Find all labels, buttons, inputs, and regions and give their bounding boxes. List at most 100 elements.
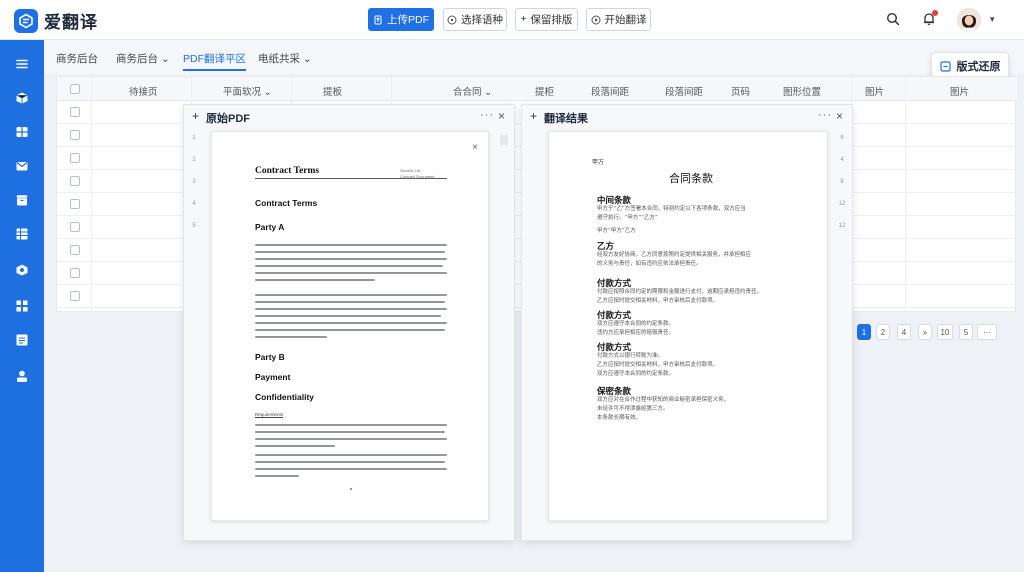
column-label: 图形位置 — [783, 87, 822, 98]
mail-icon[interactable] — [12, 156, 32, 176]
page-button[interactable]: 2 — [876, 324, 890, 340]
page-thumbnails: 8 4 8 12 12 — [838, 135, 848, 245]
scroll-thumb[interactable] — [500, 135, 508, 145]
search-icon[interactable] — [885, 11, 901, 27]
cube-icon[interactable] — [12, 88, 32, 108]
row-checkbox[interactable] — [70, 291, 80, 301]
text-line — [255, 308, 447, 310]
section-heading: Party A — [255, 222, 285, 232]
section-heading: Party B — [255, 352, 285, 362]
next-page-button[interactable]: » — [918, 324, 932, 340]
row-checkbox[interactable] — [70, 130, 80, 140]
close-icon[interactable]: × — [836, 109, 843, 123]
header-text: Service Ltd. — [400, 168, 422, 173]
close-icon[interactable]: × — [498, 109, 505, 123]
column-header[interactable]: 段落间距 — [591, 84, 629, 98]
text-line — [255, 322, 447, 324]
box-icon[interactable] — [12, 190, 32, 210]
thumbnail-label[interactable]: 8 — [838, 179, 846, 189]
column-header[interactable]: 图形位置 — [783, 84, 821, 98]
column-header[interactable]: 提板 — [323, 84, 342, 98]
app-name: 爱翻译 — [44, 13, 98, 32]
page-button-current[interactable]: 1 — [857, 324, 871, 340]
column-header[interactable]: 图片 — [865, 84, 884, 98]
page-button[interactable]: 5 — [959, 324, 973, 340]
text-line — [255, 336, 327, 338]
tab-business-backend-dropdown[interactable]: 商务后台 ⌄ — [116, 51, 170, 66]
row-checkbox[interactable] — [70, 107, 80, 117]
column-header[interactable]: 待接页 — [129, 84, 158, 98]
choose-language-button[interactable]: 选择语种 — [443, 8, 507, 31]
add-icon[interactable]: + — [530, 109, 537, 123]
thumbnail-label[interactable]: 3 — [190, 179, 198, 189]
tab-label: 商务后台 — [116, 53, 158, 65]
thumbnail-label[interactable]: 4 — [838, 157, 846, 167]
app-logo[interactable]: 爱翻译 — [14, 8, 98, 33]
add-icon[interactable]: + — [192, 109, 199, 123]
thumbnail-label[interactable]: 12 — [838, 201, 846, 211]
upload-pdf-button[interactable]: 上传PDF — [368, 8, 434, 31]
table-icon[interactable] — [12, 224, 32, 244]
app-logo-icon — [14, 8, 38, 33]
keep-layout-label: 保留排版 — [530, 14, 573, 26]
paragraph-line: 双方应遵守本合同的约定条款。 — [597, 321, 675, 327]
doc-corner-text: 甲方 — [592, 159, 605, 166]
page-button[interactable]: 4 — [897, 324, 911, 340]
column-header[interactable]: 图片 — [950, 84, 969, 98]
list-icon[interactable] — [12, 330, 32, 350]
close-icon[interactable]: × — [472, 142, 478, 153]
row-checkbox[interactable] — [70, 199, 80, 209]
menu-icon[interactable] — [12, 54, 32, 74]
thumbnail-label[interactable]: 4 — [190, 201, 198, 211]
more-pages-button[interactable]: ··· — [977, 324, 997, 340]
grid-icon[interactable] — [12, 122, 32, 142]
paragraph-line: 付款方式以银行转账为准。 — [597, 353, 664, 359]
notification-badge — [932, 10, 938, 16]
paragraph-line: 本条款长期有效。 — [597, 415, 642, 421]
text-line — [255, 265, 443, 267]
panel-title: 原始PDF — [206, 113, 250, 125]
thumbnail-label[interactable]: 1 — [190, 135, 198, 145]
column-header[interactable]: 提柜 — [535, 84, 554, 98]
panel-header: + 原始PDF ··· × — [184, 105, 514, 127]
column-label: 平面软况 — [223, 87, 262, 98]
thumbnail-label[interactable]: 8 — [838, 135, 846, 145]
row-checkbox[interactable] — [70, 268, 80, 278]
pdf-page: × Contract Terms Service Ltd. Contract D… — [211, 131, 489, 521]
row-checkbox[interactable] — [70, 176, 80, 186]
tab-pdf-translate[interactable]: PDF翻译平区 — [183, 51, 246, 71]
keep-layout-button[interactable]: + 保留排版 — [515, 8, 578, 31]
thumbnail-label[interactable]: 2 — [190, 157, 198, 167]
column-header[interactable]: 页码 — [731, 84, 750, 98]
user-icon[interactable] — [12, 366, 32, 386]
column-header[interactable]: 平面软况 ⌄ — [223, 84, 272, 98]
avatar[interactable] — [957, 8, 981, 32]
thumbnail-label[interactable]: 12 — [838, 223, 846, 233]
text-line — [255, 329, 445, 331]
thumbnail-label[interactable]: 5 — [190, 223, 198, 233]
more-icon[interactable]: ··· — [818, 109, 832, 121]
apps-icon[interactable] — [12, 296, 32, 316]
plus-icon: + — [520, 14, 527, 25]
row-checkbox[interactable] — [70, 245, 80, 255]
text-line — [255, 244, 447, 246]
text-line — [255, 438, 447, 440]
tab-ebook[interactable]: 电纸共采 ⌄ — [258, 51, 312, 66]
row-checkbox[interactable] — [70, 222, 80, 232]
dashboard-icon[interactable] — [12, 260, 32, 280]
column-header[interactable]: 合合同 ⌄ — [453, 84, 492, 98]
tab-business-backend[interactable]: 商务后台 — [56, 51, 98, 66]
select-all-checkbox[interactable] — [70, 84, 80, 94]
column-header[interactable]: 段落间距 — [665, 84, 703, 98]
more-icon[interactable]: ··· — [480, 109, 494, 121]
chevron-down-icon[interactable]: ▾ — [990, 14, 995, 25]
text-line — [255, 475, 299, 477]
start-translate-button[interactable]: 开始翻译 — [586, 8, 651, 31]
panel-title: 翻译结果 — [544, 113, 588, 125]
text-line — [255, 258, 447, 260]
small-heading: Requirements — [255, 412, 284, 417]
text-line — [255, 294, 447, 296]
row-checkbox[interactable] — [70, 153, 80, 163]
bell-icon[interactable] — [921, 10, 938, 27]
page-button[interactable]: 10 — [937, 324, 953, 340]
